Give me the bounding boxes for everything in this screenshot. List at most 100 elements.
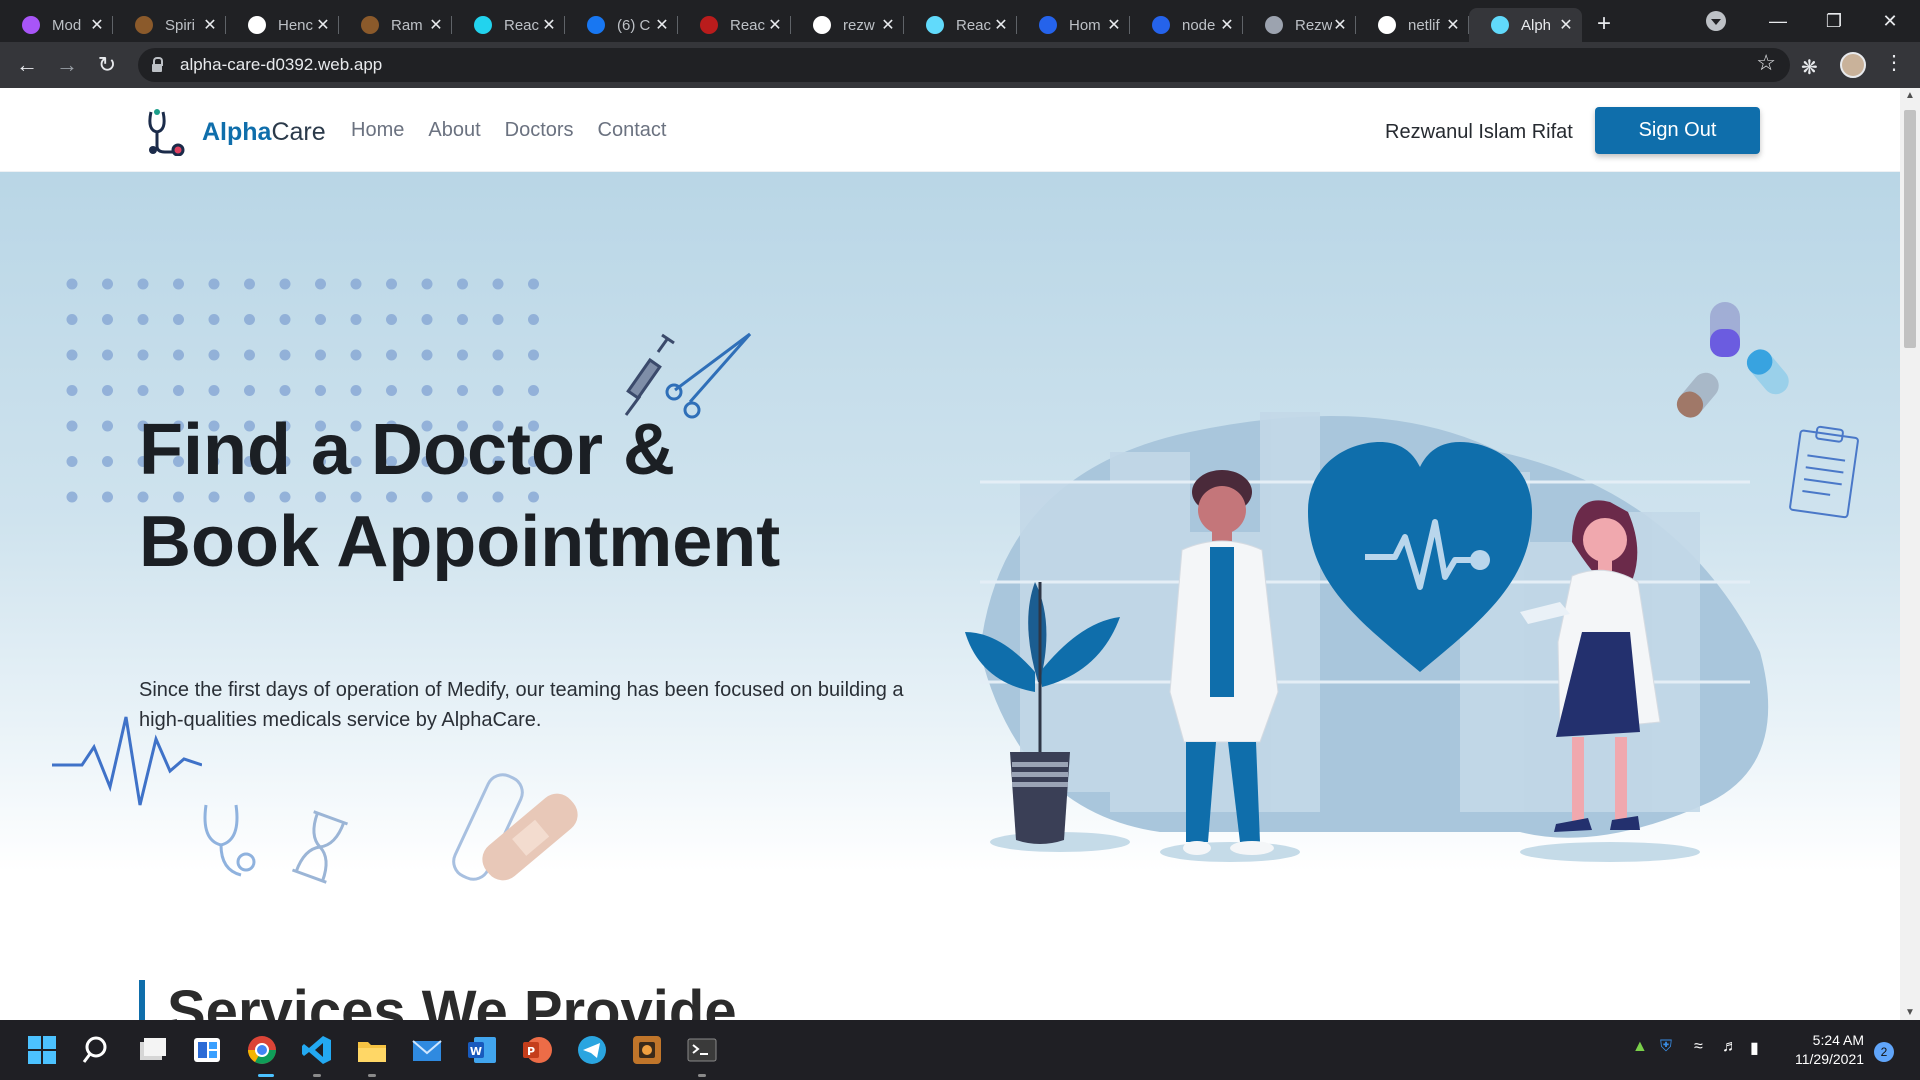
telegram-icon[interactable] xyxy=(576,1034,608,1066)
decor-dot xyxy=(137,278,149,290)
close-window-button[interactable]: ✕ xyxy=(1862,0,1918,42)
tab-label: Reac xyxy=(956,16,992,34)
browser-tab[interactable]: Ram ✕ xyxy=(339,8,452,42)
browser-tab[interactable]: Reac ✕ xyxy=(904,8,1017,42)
decor-dot xyxy=(279,349,291,361)
nav-home[interactable]: Home xyxy=(351,119,404,142)
new-tab-button[interactable]: + xyxy=(1582,10,1626,38)
security-shield-icon[interactable]: ⛨ xyxy=(1660,1038,1672,1056)
tab-close-icon[interactable]: ✕ xyxy=(428,15,444,35)
forward-icon[interactable]: → xyxy=(52,50,82,80)
reload-icon[interactable]: ↻ xyxy=(92,50,122,80)
decor-dot xyxy=(528,314,539,325)
decor-dot xyxy=(528,278,539,290)
browser-menu-icon[interactable]: ⋮ xyxy=(1884,50,1904,75)
chrome-icon[interactable] xyxy=(246,1034,278,1066)
nav-doctors[interactable]: Doctors xyxy=(505,119,574,142)
decor-dot xyxy=(279,314,291,325)
browser-tab[interactable]: Spiri ✕ xyxy=(113,8,226,42)
tab-close-icon[interactable]: ✕ xyxy=(541,15,557,35)
tab-favicon-icon xyxy=(1378,16,1396,34)
page-viewport: Find a Doctor & Book Appointment Since t… xyxy=(0,88,1900,1020)
brand-logo-text[interactable]: AlphaCare xyxy=(202,118,326,147)
decor-dot xyxy=(137,314,149,325)
nav-about[interactable]: About xyxy=(428,119,480,142)
browser-tab[interactable]: Henc ✕ xyxy=(226,8,339,42)
task-view-icon[interactable] xyxy=(136,1034,168,1066)
back-icon[interactable]: ← xyxy=(12,50,42,80)
browser-tab[interactable]: Reac ✕ xyxy=(452,8,565,42)
browser-tab[interactable]: Alph ✕ xyxy=(1469,8,1582,42)
tab-favicon-icon xyxy=(1491,16,1509,34)
file-explorer-icon[interactable] xyxy=(356,1034,388,1066)
widgets-icon[interactable] xyxy=(191,1034,223,1066)
tab-favicon-icon xyxy=(700,16,718,34)
tab-label: Mod xyxy=(52,16,82,34)
word-icon[interactable]: W xyxy=(466,1034,498,1066)
browser-tab[interactable]: rezw ✕ xyxy=(791,8,904,42)
browser-tab[interactable]: Rezw ✕ xyxy=(1243,8,1356,42)
browser-tab[interactable]: node ✕ xyxy=(1130,8,1243,42)
stethoscope-logo-icon[interactable] xyxy=(143,106,187,156)
tab-favicon-icon xyxy=(1039,16,1057,34)
tab-close-icon[interactable]: ✕ xyxy=(1332,15,1348,35)
decor-dot xyxy=(102,349,113,361)
tab-favicon-icon xyxy=(361,16,379,34)
terminal-running-indicator xyxy=(698,1074,706,1077)
wifi-icon[interactable]: ≈ xyxy=(1694,1038,1703,1056)
sublime-app-icon[interactable] xyxy=(631,1034,663,1066)
decor-dot xyxy=(102,491,113,503)
browser-tab[interactable]: Reac ✕ xyxy=(678,8,791,42)
browser-tab[interactable]: netlif ✕ xyxy=(1356,8,1469,42)
scroll-up-icon[interactable]: ▲ xyxy=(1905,90,1915,101)
decor-dot xyxy=(102,456,113,467)
page-scrollbar[interactable]: ▲ ▼ xyxy=(1900,88,1920,1020)
browser-tab[interactable]: Hom ✕ xyxy=(1017,8,1130,42)
tab-search-icon[interactable] xyxy=(1706,11,1726,31)
terminal-icon[interactable] xyxy=(686,1034,718,1066)
restore-button[interactable]: ❐ xyxy=(1806,0,1862,42)
omnibox[interactable]: alpha-care-d0392.web.app ☆ xyxy=(138,48,1790,82)
url-text[interactable]: alpha-care-d0392.web.app xyxy=(180,55,382,75)
sign-out-button[interactable]: Sign Out xyxy=(1595,107,1760,154)
decor-dot xyxy=(173,385,184,396)
minimize-button[interactable]: — xyxy=(1750,0,1806,42)
nav-contact[interactable]: Contact xyxy=(598,119,667,142)
system-clock[interactable]: 5:24 AM 11/29/2021 xyxy=(1795,1031,1864,1069)
browser-tab[interactable]: Mod ✕ xyxy=(0,8,113,42)
profile-avatar[interactable] xyxy=(1840,52,1866,78)
tab-close-icon[interactable]: ✕ xyxy=(89,15,105,35)
tab-close-icon[interactable]: ✕ xyxy=(315,15,331,35)
battery-icon[interactable]: ▮ xyxy=(1750,1038,1759,1058)
windows-start-icon[interactable] xyxy=(26,1034,58,1066)
tab-close-icon[interactable]: ✕ xyxy=(1445,15,1461,35)
tab-close-icon[interactable]: ✕ xyxy=(1558,15,1574,35)
notification-badge[interactable]: 2 xyxy=(1874,1042,1894,1062)
svg-text:P: P xyxy=(527,1045,535,1058)
lock-icon[interactable] xyxy=(152,56,163,72)
tab-close-icon[interactable]: ✕ xyxy=(767,15,783,35)
extensions-icon[interactable]: ❋ xyxy=(1801,55,1818,80)
scroll-down-icon[interactable]: ▼ xyxy=(1905,1007,1915,1018)
tab-close-icon[interactable]: ✕ xyxy=(1106,15,1122,35)
search-icon[interactable] xyxy=(81,1034,113,1066)
bookmark-star-icon[interactable]: ☆ xyxy=(1756,50,1776,76)
mail-icon[interactable] xyxy=(411,1034,443,1066)
volume-icon[interactable]: ♬ xyxy=(1722,1038,1738,1056)
decor-dot xyxy=(66,278,78,290)
tab-close-icon[interactable]: ✕ xyxy=(654,15,670,35)
tab-close-icon[interactable]: ✕ xyxy=(880,15,896,35)
decor-dot xyxy=(386,349,397,361)
brand-part-1: Alpha xyxy=(202,118,272,146)
scrollbar-thumb[interactable] xyxy=(1904,110,1916,348)
tab-favicon-icon xyxy=(1152,16,1170,34)
nvidia-tray-icon[interactable]: ▲ xyxy=(1632,1038,1648,1056)
decor-dot xyxy=(421,385,433,396)
tab-close-icon[interactable]: ✕ xyxy=(1219,15,1235,35)
browser-tab[interactable]: (6) C ✕ xyxy=(565,8,678,42)
vscode-icon[interactable] xyxy=(301,1034,333,1066)
tab-close-icon[interactable]: ✕ xyxy=(993,15,1009,35)
powerpoint-icon[interactable]: P xyxy=(521,1034,553,1066)
tab-close-icon[interactable]: ✕ xyxy=(202,15,218,35)
decor-dot xyxy=(208,349,220,361)
